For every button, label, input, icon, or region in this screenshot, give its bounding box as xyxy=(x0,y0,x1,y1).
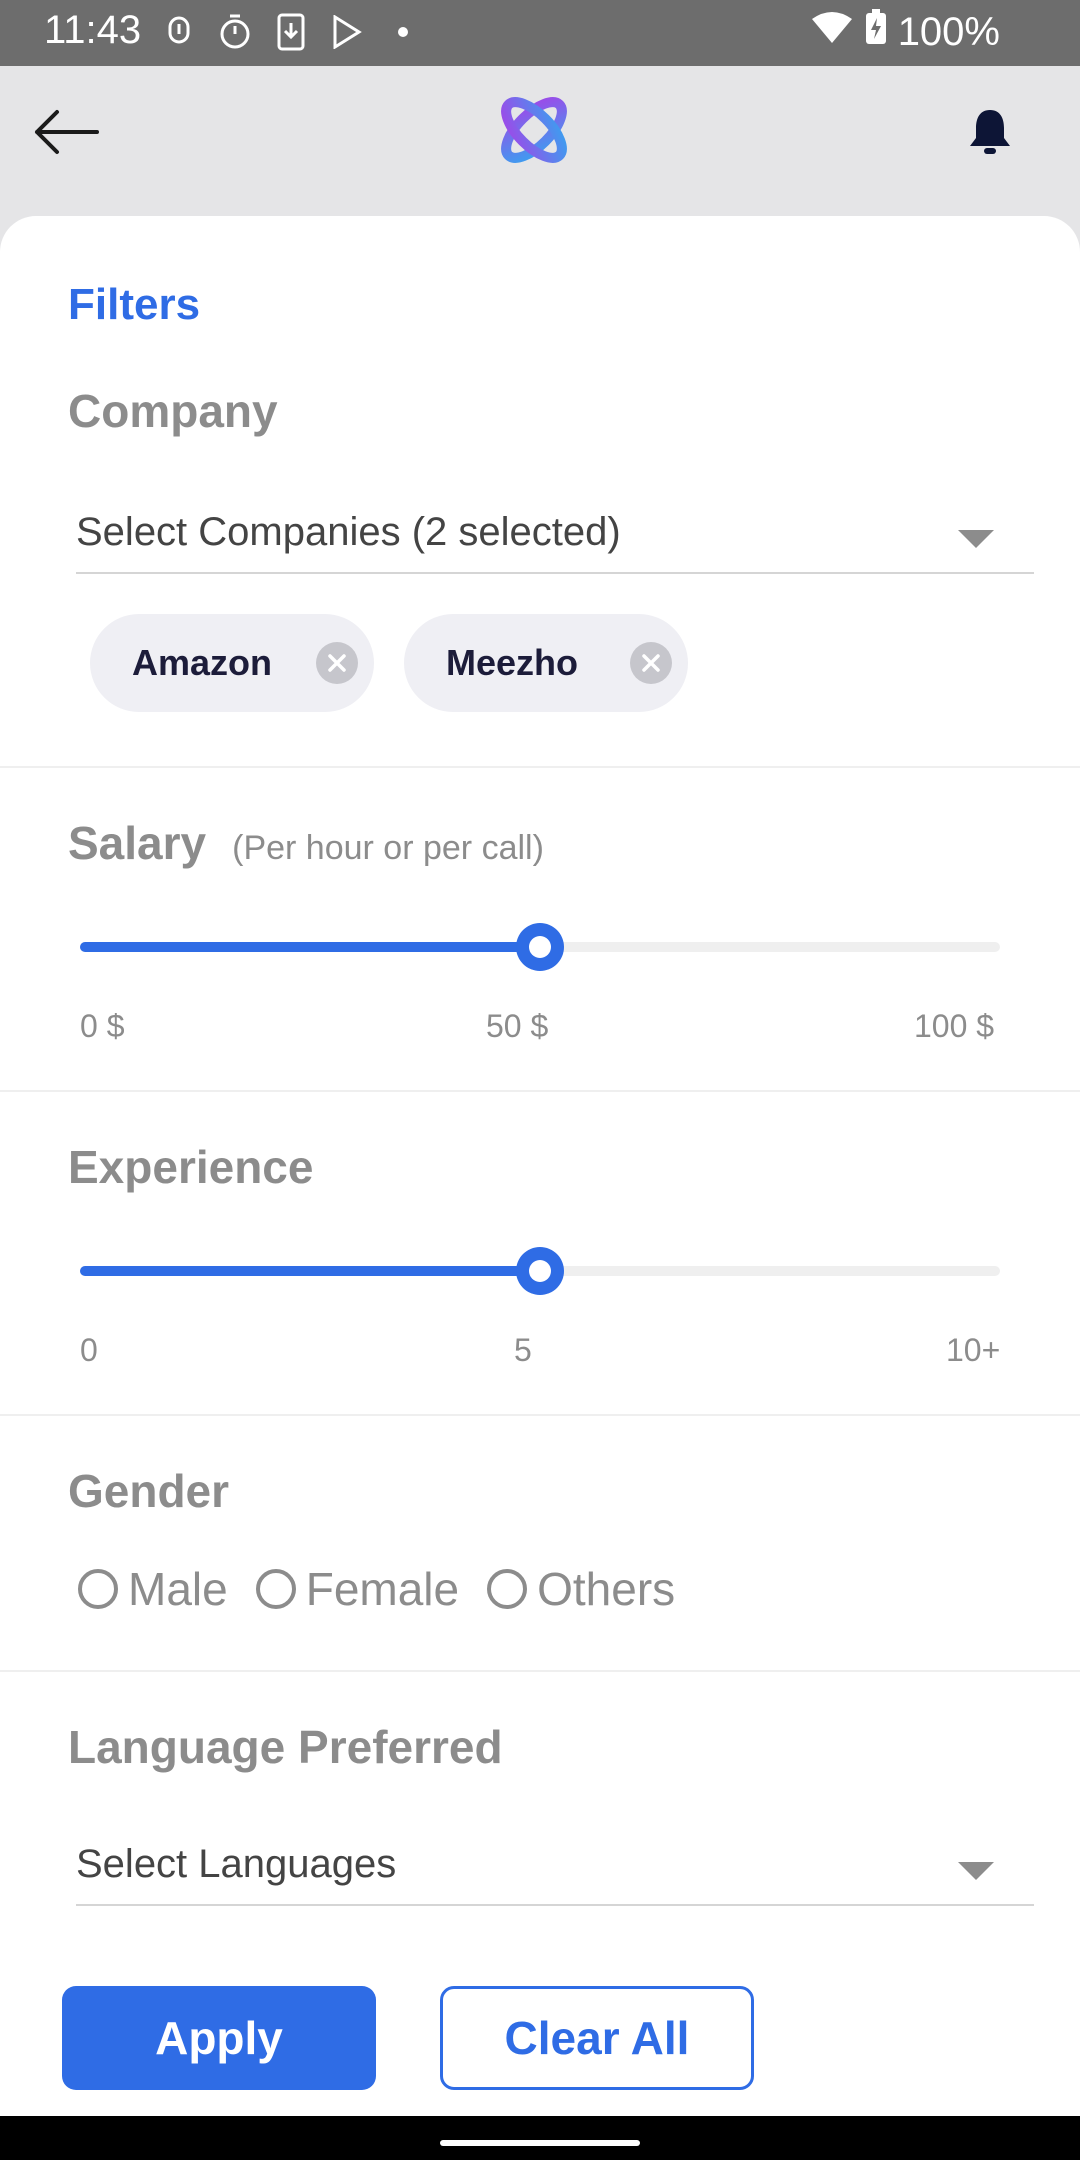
radio-label: Female xyxy=(305,1563,460,1615)
experience-label: Experience xyxy=(68,1141,314,1193)
section-divider xyxy=(0,1090,1080,1092)
battery-icon xyxy=(864,8,888,56)
gender-option-others[interactable]: Others xyxy=(487,1562,675,1616)
section-divider xyxy=(0,1670,1080,1672)
notification-bell-button[interactable] xyxy=(960,102,1020,162)
salary-label: Salary (Per hour or per call) xyxy=(68,816,544,870)
play-store-icon xyxy=(330,12,364,52)
radio-label: Others xyxy=(537,1563,676,1615)
salary-title: Salary xyxy=(68,817,207,869)
filter-sheet: Filters Company Select Companies (2 sele… xyxy=(0,216,1080,2116)
language-label: Language Preferred xyxy=(68,1721,503,1773)
section-divider xyxy=(0,766,1080,768)
status-notification-icons xyxy=(162,12,420,52)
back-button[interactable] xyxy=(26,102,106,162)
remove-chip-button[interactable] xyxy=(630,642,672,684)
salary-sublabel: (Per hour or per call) xyxy=(232,829,544,867)
battery-percent: 100% xyxy=(897,9,1000,54)
experience-min-label: 0 xyxy=(80,1332,98,1368)
experience-slider[interactable] xyxy=(80,1247,1000,1295)
section-divider xyxy=(0,1414,1080,1416)
radio-button[interactable] xyxy=(255,1569,296,1609)
salary-slider[interactable] xyxy=(80,923,1000,971)
chip-label: Meezho xyxy=(446,642,579,683)
radio-button[interactable] xyxy=(78,1569,118,1609)
arrow-left-icon xyxy=(35,110,99,154)
language-dropdown-text: Select Languages xyxy=(76,1841,397,1886)
gender-option-female[interactable]: Female xyxy=(255,1562,460,1616)
gender-options: Male Female Others xyxy=(78,1562,703,1616)
language-dropdown[interactable]: Select Languages xyxy=(76,1824,1034,1906)
usb-icon xyxy=(162,12,196,52)
company-chip: Amazon xyxy=(90,614,374,712)
status-right: 100% xyxy=(810,8,1000,56)
close-icon xyxy=(642,654,660,672)
system-nav-bar xyxy=(0,2116,1080,2160)
clear-all-button[interactable]: Clear All xyxy=(440,1986,754,2090)
chip-label: Amazon xyxy=(132,642,273,683)
salary-mid-label: 50 $ xyxy=(486,1008,549,1044)
status-bar: 11:43 100% xyxy=(0,0,1080,66)
apply-button[interactable]: Apply xyxy=(62,1986,376,2090)
company-label: Company xyxy=(68,385,278,437)
salary-slider-fill xyxy=(80,942,540,952)
salary-min-label: 0 $ xyxy=(80,1008,125,1044)
more-notifications-icon xyxy=(386,12,420,52)
radio-label: Male xyxy=(128,1563,228,1615)
home-gesture-handle[interactable] xyxy=(440,2140,640,2146)
close-icon xyxy=(328,654,346,672)
caret-down-icon xyxy=(958,530,994,548)
experience-mid-label: 5 xyxy=(514,1332,532,1368)
gender-option-male[interactable]: Male xyxy=(78,1562,228,1616)
experience-slider-thumb[interactable] xyxy=(516,1247,564,1295)
experience-max-label: 10+ xyxy=(946,1332,1001,1368)
app-logo xyxy=(494,90,574,170)
filters-title: Filters xyxy=(68,280,201,329)
download-icon xyxy=(274,12,308,52)
company-dropdown-text: Select Companies (2 selected) xyxy=(76,509,621,554)
wifi-icon xyxy=(810,10,854,55)
bell-icon xyxy=(970,110,1010,154)
salary-max-label: 100 $ xyxy=(914,1008,995,1044)
status-time: 11:43 xyxy=(44,8,142,52)
experience-slider-fill xyxy=(80,1266,540,1276)
salary-slider-thumb[interactable] xyxy=(516,923,564,971)
remove-chip-button[interactable] xyxy=(316,642,358,684)
company-dropdown[interactable]: Select Companies (2 selected) xyxy=(76,492,1034,574)
timer-icon xyxy=(218,12,252,52)
company-chip: Meezho xyxy=(404,614,688,712)
caret-down-icon xyxy=(958,1862,994,1880)
app-bar xyxy=(0,66,1080,216)
radio-button[interactable] xyxy=(487,1569,528,1609)
gender-label: Gender xyxy=(68,1465,230,1517)
